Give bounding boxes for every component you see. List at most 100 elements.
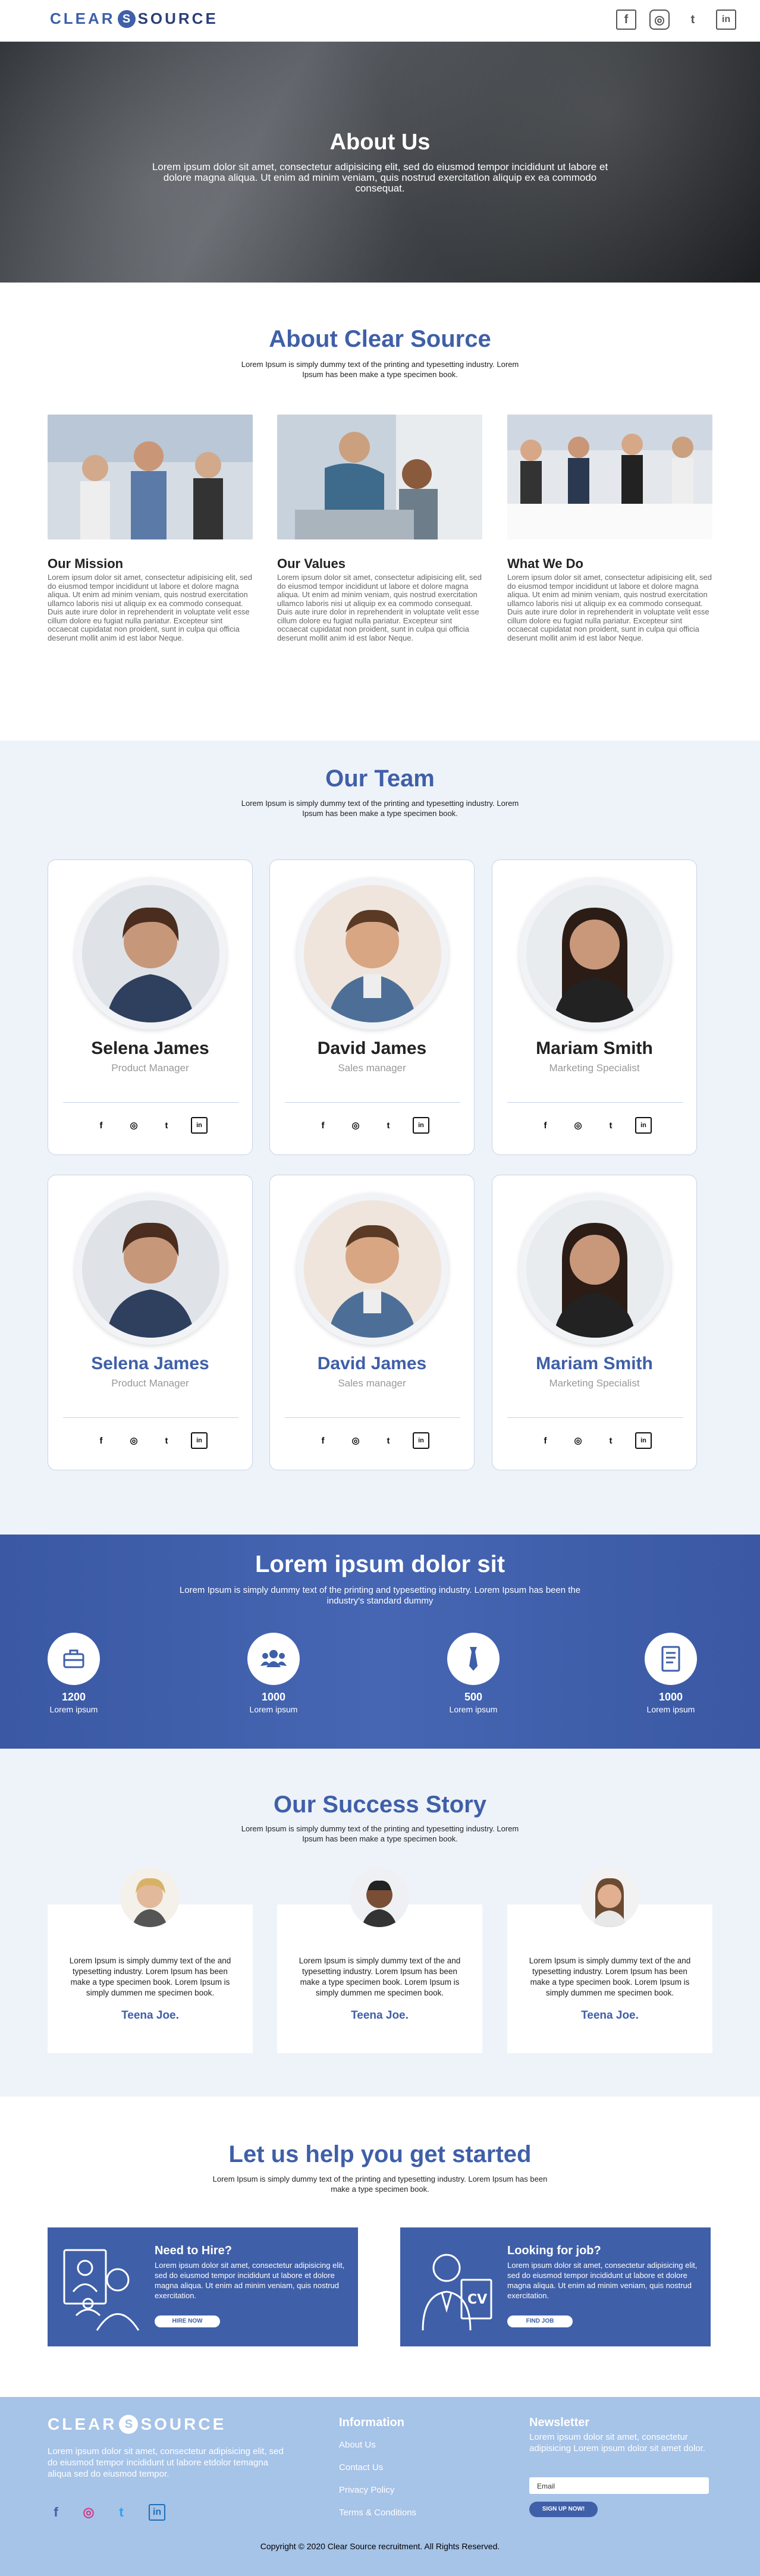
story-author: Teena Joe.: [121, 2009, 179, 2022]
job-text: Lorem ipsum dolor sit amet, consectetur …: [507, 2261, 698, 2300]
avatar: [120, 1868, 180, 1927]
linkedin-icon[interactable]: in: [716, 10, 736, 30]
avatar: [519, 1193, 671, 1345]
instagram-icon[interactable]: ◎: [649, 10, 670, 30]
facebook-icon[interactable]: f: [93, 1117, 109, 1134]
hire-text: Lorem ipsum dolor sit amet, consectetur …: [155, 2261, 345, 2300]
member-role: Sales manager: [338, 1062, 406, 1074]
story-text: Lorem Ipsum is simply dummy text of the …: [69, 1956, 231, 1997]
about-text-values: Lorem ipsum dolor sit amet, consectetur …: [277, 573, 482, 642]
tie-icon: [447, 1633, 500, 1685]
member-social-links: f ◎ t in: [48, 1432, 252, 1449]
twitter-icon[interactable]: t: [158, 1117, 175, 1134]
divider: [507, 1102, 683, 1103]
twitter-icon[interactable]: t: [602, 1432, 619, 1449]
briefcase-icon: [48, 1633, 100, 1685]
twitter-icon[interactable]: t: [113, 2504, 130, 2521]
divider: [63, 1417, 238, 1418]
hire-now-button[interactable]: HIRE NOW: [155, 2315, 220, 2327]
about-text-what-we-do: Lorem ipsum dolor sit amet, consectetur …: [507, 573, 712, 642]
avatar: [350, 1868, 409, 1927]
stat-number: 1000: [658, 1691, 683, 1703]
linkedin-icon[interactable]: in: [149, 2504, 165, 2521]
stats-banner: Lorem ipsum dolor sit Lorem Ipsum is sim…: [0, 1535, 760, 1749]
linkedin-icon[interactable]: in: [191, 1117, 208, 1134]
recruiter-icon: [58, 2244, 147, 2333]
brand-logo[interactable]: CLEAR S SOURCE: [50, 10, 218, 28]
twitter-icon[interactable]: t: [158, 1432, 175, 1449]
instagram-icon[interactable]: ◎: [80, 2504, 97, 2521]
about-subtitle: Lorem Ipsum is simply dummy text of the …: [241, 360, 519, 379]
logo-text-right: SOURCE: [137, 10, 218, 27]
newsletter-title: Newsletter: [529, 2416, 590, 2429]
linkedin-icon[interactable]: in: [413, 1432, 429, 1449]
facebook-icon[interactable]: f: [616, 10, 636, 30]
about-image-mission: [48, 415, 253, 539]
member-name: Mariam Smith: [536, 1038, 653, 1058]
stat-item: 1000 Lorem ipsum: [226, 1633, 321, 1714]
facebook-icon[interactable]: f: [93, 1432, 109, 1449]
facebook-icon[interactable]: f: [315, 1432, 331, 1449]
cv-icon: CV: [411, 2244, 500, 2333]
member-name: David James: [317, 1354, 427, 1373]
about-heading-what-we-do: What We Do: [507, 556, 583, 571]
instagram-icon[interactable]: ◎: [125, 1117, 142, 1134]
footer-logo[interactable]: CLEAR S SOURCE: [48, 2415, 226, 2434]
instagram-icon[interactable]: ◎: [347, 1117, 364, 1134]
footer-link-contact[interactable]: Contact Us: [339, 2462, 383, 2473]
member-role: Marketing Specialist: [549, 1378, 640, 1389]
linkedin-icon[interactable]: in: [191, 1432, 208, 1449]
avatar: [297, 1193, 448, 1345]
about-image-what-we-do: [507, 415, 712, 539]
twitter-icon[interactable]: t: [380, 1432, 397, 1449]
site-footer: CLEAR S SOURCE Lorem ipsum dolor sit ame…: [0, 2397, 760, 2576]
hero-banner: About Us Lorem ipsum dolor sit amet, con…: [0, 42, 760, 283]
twitter-icon[interactable]: t: [602, 1117, 619, 1134]
footer-link-terms[interactable]: Terms & Conditions: [339, 2508, 416, 2518]
linkedin-icon[interactable]: in: [413, 1117, 429, 1134]
newsletter-email-input[interactable]: Email: [529, 2477, 709, 2494]
newsletter-text: Lorem ipsum dolor sit amet, consectetur …: [529, 2432, 705, 2453]
twitter-icon[interactable]: t: [683, 10, 703, 30]
member-name: Selena James: [91, 1354, 209, 1373]
instagram-icon[interactable]: ◎: [347, 1432, 364, 1449]
member-social-links: f ◎ t in: [48, 1117, 252, 1134]
instagram-icon[interactable]: ◎: [570, 1432, 586, 1449]
facebook-icon[interactable]: f: [315, 1117, 331, 1134]
hire-heading: Need to Hire?: [155, 2244, 233, 2257]
help-subtitle: Lorem Ipsum is simply dummy text of the …: [212, 2175, 548, 2194]
stat-item: 1200 Lorem ipsum: [26, 1633, 121, 1714]
member-role: Sales manager: [338, 1378, 406, 1389]
stat-number: 500: [464, 1691, 483, 1703]
twitter-icon[interactable]: t: [380, 1117, 397, 1134]
avatar: [297, 878, 448, 1030]
footer-link-privacy[interactable]: Privacy Policy: [339, 2485, 394, 2495]
site-header: CLEAR S SOURCE f ◎ t in: [0, 0, 760, 42]
logo-text-right: SOURCE: [140, 2415, 227, 2433]
team-card: Selena James Product Manager f ◎ t in: [48, 859, 253, 1155]
footer-link-about[interactable]: About Us: [339, 2440, 376, 2450]
member-social-links: f ◎ t in: [492, 1432, 696, 1449]
facebook-icon[interactable]: f: [537, 1117, 554, 1134]
team-card: David James Sales manager f ◎ t in: [269, 1175, 475, 1470]
member-role: Marketing Specialist: [549, 1062, 640, 1074]
help-title: Let us help you get started: [228, 2141, 532, 2167]
find-job-button[interactable]: FIND JOB: [507, 2315, 573, 2327]
linkedin-icon[interactable]: in: [635, 1432, 652, 1449]
svg-text:CV: CV: [467, 2292, 487, 2307]
instagram-icon[interactable]: ◎: [570, 1117, 586, 1134]
facebook-icon[interactable]: f: [537, 1432, 554, 1449]
linkedin-icon[interactable]: in: [635, 1117, 652, 1134]
header-social-links: f ◎ t in: [616, 10, 736, 30]
story-card: Lorem Ipsum is simply dummy text of the …: [48, 1868, 253, 2053]
instagram-icon[interactable]: ◎: [125, 1432, 142, 1449]
stat-number: 1200: [61, 1691, 86, 1703]
facebook-icon[interactable]: f: [48, 2504, 64, 2521]
stat-label: Lorem ipsum: [49, 1705, 98, 1714]
avatar: [519, 878, 671, 1030]
about-heading-values: Our Values: [277, 556, 346, 571]
signup-button[interactable]: SIGN UP NOW!: [529, 2502, 598, 2517]
about-heading-mission: Our Mission: [48, 556, 124, 571]
team-card: Selena James Product Manager f ◎ t in: [48, 1175, 253, 1470]
stats-text: Lorem Ipsum is simply dummy text of the …: [179, 1585, 581, 1606]
